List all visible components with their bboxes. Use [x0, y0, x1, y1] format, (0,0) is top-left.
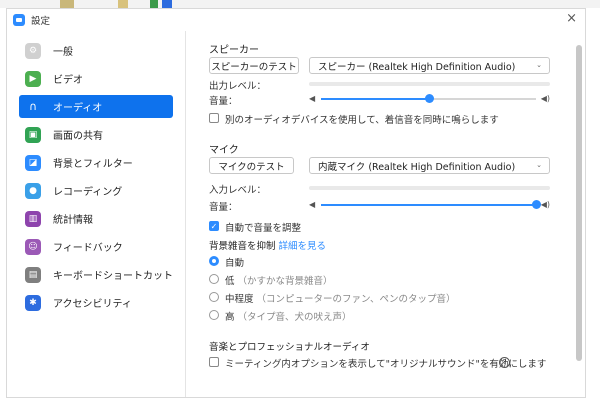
gear-icon: ⚙ [25, 42, 41, 59]
sidebar-item-label: 統計情報 [53, 215, 93, 226]
speaker-volume-slider[interactable]: ◀ ◀) [309, 93, 550, 105]
sidebar-item-label: アクセシビリティ [53, 299, 132, 310]
background-strip-block [60, 0, 74, 8]
input-level-meter [309, 186, 550, 190]
sidebar-item-label: 一般 [53, 47, 73, 58]
sidebar-item-background[interactable]: ◪ 背景とフィルター [19, 151, 173, 174]
sidebar-item-label: レコーディング [53, 187, 123, 198]
sidebar-item-recording[interactable]: ● レコーディング [19, 179, 173, 202]
speaker-device-select[interactable]: スピーカー (Realtek High Definition Audio) ⌄ [309, 57, 550, 74]
background-icon: ◪ [25, 154, 41, 171]
background-strip-block [162, 0, 172, 8]
noise-suppression-label: 背景雑音を抑制 [209, 241, 276, 252]
sidebar-item-label: キーボードショートカット [53, 271, 173, 282]
settings-window: 設定 × ⚙ 一般 ▶ ビデオ ∩ オーディオ ▣ 画面の共有 ◪ 背景とフィル… [6, 8, 586, 398]
noise-radio-high[interactable] [209, 310, 219, 320]
record-icon: ● [25, 182, 41, 199]
zoom-app-icon [13, 14, 25, 26]
speaker-device-value: スピーカー (Realtek High Definition Audio) [318, 61, 516, 73]
statistics-icon: ▥ [25, 210, 41, 227]
slider-knob[interactable] [424, 94, 434, 103]
volume-low-icon: ◀ [309, 200, 316, 209]
noise-radio-auto[interactable] [209, 256, 219, 266]
noise-option-label: 高 [225, 312, 235, 323]
noise-option-high: 高 （タイプ音、犬の吠え声） [225, 309, 352, 323]
sidebar-item-feedback[interactable]: ☺ フィードバック [19, 235, 173, 258]
noise-option-hint: （かすかな背景雑音） [237, 276, 333, 287]
background-strip-block [118, 0, 128, 8]
input-level-label: 入力レベル： [209, 185, 267, 196]
learn-more-link[interactable]: 詳細を見る [279, 241, 327, 252]
sidebar-item-keyboard-shortcuts[interactable]: ▤ キーボードショートカット [19, 263, 173, 286]
noise-suppression-title: 背景雑音を抑制 詳細を見る [209, 238, 326, 252]
background-window-strip [0, 0, 600, 8]
chevron-down-icon: ⌄ [536, 61, 542, 69]
mic-device-select[interactable]: 内蔵マイク (Realtek High Definition Audio) ⌄ [309, 157, 550, 174]
volume-high-icon: ◀) [540, 94, 550, 103]
chevron-down-icon: ⌄ [536, 161, 542, 169]
settings-sidebar: ⚙ 一般 ▶ ビデオ ∩ オーディオ ▣ 画面の共有 ◪ 背景とフィルター ● … [7, 31, 185, 397]
slider-fill [321, 204, 536, 206]
noise-option-medium: 中程度 （コンピューターのファン、ペンのタップ音） [225, 291, 455, 305]
original-sound-checkbox[interactable] [209, 357, 219, 367]
sidebar-item-label: 背景とフィルター [53, 159, 133, 170]
window-title: 設定 [31, 16, 51, 27]
noise-option-label: 低 [225, 276, 235, 287]
help-icon[interactable]: ? [499, 357, 510, 368]
sidebar-item-share-screen[interactable]: ▣ 画面の共有 [19, 123, 173, 146]
sidebar-item-label: ビデオ [53, 75, 83, 86]
slider-knob[interactable] [532, 200, 541, 209]
audio-settings-panel: スピーカー スピーカーのテスト スピーカー (Realtek High Defi… [186, 31, 585, 397]
sidebar-item-accessibility[interactable]: ✱ アクセシビリティ [19, 291, 173, 314]
mic-device-value: 内蔵マイク (Realtek High Definition Audio) [318, 161, 516, 173]
title-bar: 設定 × [7, 9, 585, 31]
noise-radio-medium[interactable] [209, 292, 219, 302]
noise-option-label: 自動 [225, 258, 245, 269]
noise-option-hint: （コンピューターのファン、ペンのタップ音） [256, 294, 456, 305]
sidebar-item-label: 画面の共有 [53, 131, 103, 142]
music-audio-title: 音楽とプロフェッショナルオーディオ [209, 342, 370, 353]
volume-high-icon: ◀) [540, 200, 550, 209]
share-screen-icon: ▣ [25, 126, 41, 143]
noise-option-label: 中程度 [225, 294, 254, 305]
keyboard-icon: ▤ [25, 266, 41, 283]
sidebar-item-label: オーディオ [53, 103, 103, 114]
sidebar-item-video[interactable]: ▶ ビデオ [19, 67, 173, 90]
mic-volume-label: 音量： [209, 202, 238, 213]
headphones-icon: ∩ [28, 100, 38, 113]
mic-volume-slider[interactable]: ◀ ◀) [309, 199, 550, 211]
noise-option-auto: 自動 [225, 255, 244, 269]
sidebar-item-statistics[interactable]: ▥ 統計情報 [19, 207, 173, 230]
mic-section-title: マイク [209, 145, 239, 156]
feedback-icon: ☺ [25, 238, 41, 255]
accessibility-icon: ✱ [25, 294, 41, 311]
auto-adjust-volume-label: 自動で音量を調整 [225, 223, 302, 234]
separate-ringtone-checkbox[interactable] [209, 113, 219, 123]
speaker-section-title: スピーカー [209, 45, 259, 56]
test-speaker-button[interactable]: スピーカーのテスト [209, 57, 299, 74]
sidebar-item-audio[interactable]: ∩ オーディオ [19, 95, 173, 118]
sidebar-item-general[interactable]: ⚙ 一般 [19, 39, 173, 62]
noise-radio-low[interactable] [209, 274, 219, 284]
volume-low-icon: ◀ [309, 94, 316, 103]
video-icon: ▶ [25, 70, 41, 87]
auto-adjust-volume-checkbox[interactable]: ✓ [209, 221, 219, 231]
separate-ringtone-label: 別のオーディオデバイスを使用して、着信音を同時に鳴らします [225, 115, 499, 126]
noise-option-low: 低 （かすかな背景雑音） [225, 273, 333, 287]
output-level-meter [309, 82, 550, 86]
sidebar-item-label: フィードバック [53, 243, 123, 254]
close-icon[interactable]: × [566, 12, 577, 26]
test-mic-button[interactable]: マイクのテスト [209, 157, 294, 174]
output-level-label: 出力レベル： [209, 81, 267, 92]
slider-fill [321, 98, 429, 100]
background-strip-block [150, 0, 158, 8]
speaker-volume-label: 音量： [209, 96, 238, 107]
noise-option-hint: （タイプ音、犬の吠え声） [237, 312, 352, 323]
scrollbar-thumb[interactable] [576, 45, 582, 361]
